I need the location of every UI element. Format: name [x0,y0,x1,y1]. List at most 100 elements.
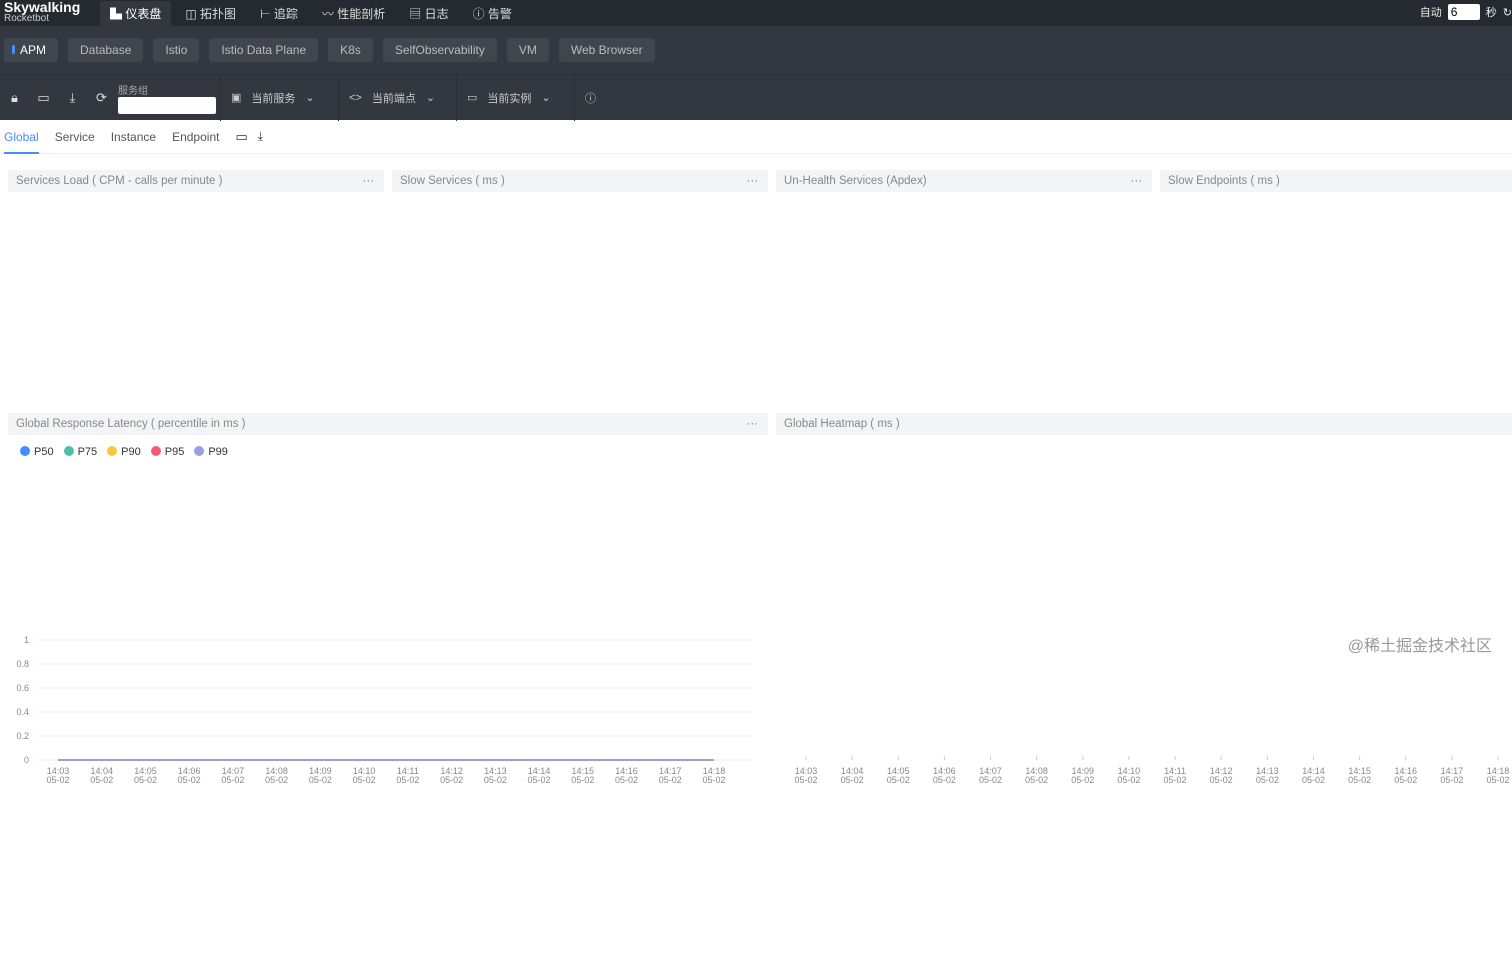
x-tick-label: 05-02 [46,775,69,785]
y-tick-label: 0.2 [16,731,29,741]
service-select[interactable]: ▣ 当前服务 ⌄ [220,74,338,121]
log-icon: ▤ [409,6,425,21]
nav-item-4[interactable]: ▤ 日志 [399,1,458,26]
top-nav: Skywalking Rocketbot ▙ 仪表盘 ◫ 拓扑图 ⊢ 追踪〰 性能剖析… [0,0,1512,26]
heatmap-x-tick-label: 05-02 [1348,775,1371,785]
tab-endpoint[interactable]: Endpoint [172,120,219,154]
lock-icon[interactable]: 🔒︎ [0,90,29,106]
heatmap-x-tick-label: 05-02 [841,775,864,785]
refresh-icon[interactable]: ⟳ [87,90,116,106]
more-icon[interactable]: ··· [1131,170,1143,192]
x-tick-label: 05-02 [440,775,463,785]
dashboard-icon: ▙ [110,6,126,21]
refresh-icon[interactable]: ↻ [1503,6,1512,19]
panel-slow-services: Slow Services ( ms ) ··· [392,170,768,192]
heatmap-x-tick-label: 05-02 [1256,775,1279,785]
heatmap-x-tick-label: 05-02 [1302,775,1325,785]
logo: Skywalking Rocketbot [4,0,81,24]
x-tick-label: 05-02 [265,775,288,785]
heatmap-x-tick-label: 05-02 [1117,775,1140,785]
tab-global[interactable]: Global [4,120,39,154]
y-tick-label: 1 [24,635,29,645]
tab-instance[interactable]: Instance [111,120,156,154]
charts-svg: 00.20.40.60.8114:0305-0214:0405-0214:050… [16,635,1509,785]
layer-tab-istio[interactable]: Istio [153,38,200,62]
y-tick-label: 0.4 [16,707,29,717]
heatmap-x-tick-label: 05-02 [887,775,910,785]
layer-tab-k8s[interactable]: K8s [328,38,373,62]
layer-tab-web-browser[interactable]: Web Browser [558,38,655,62]
topology-icon: ◫ [185,6,201,21]
heatmap-x-tick-label: 05-02 [1164,775,1187,785]
x-tick-label: 05-02 [528,775,551,785]
heatmap-x-tick-label: 05-02 [933,775,956,785]
x-tick-label: 05-02 [134,775,157,785]
x-tick-label: 05-02 [178,775,201,785]
x-tick-label: 05-02 [571,775,594,785]
nav-item-2[interactable]: ⊢ 追踪 [250,1,308,26]
heatmap-x-tick-label: 05-02 [1210,775,1233,785]
download-icon[interactable]: ⤓ [258,129,263,144]
chevron-down-icon: ⌄ [541,92,551,104]
panel-slow-endpoints: Slow Endpoints ( ms ) [1160,170,1512,192]
layer-tab-selfobservability[interactable]: SelfObservability [382,38,497,62]
heatmap-x-tick-label: 05-02 [1440,775,1463,785]
laptop-icon: ▭ [467,92,478,104]
profile-icon: 〰 [321,6,338,21]
nav-label: 拓扑图 [200,6,237,21]
toolbar: 🔒︎ ▭ ⤓ ⟳ 服务组 ▣ 当前服务 ⌄ <> 当前端点 ⌄ ▭ 当前实例 ⌄ ⓘ [0,74,1512,121]
nav-item-3[interactable]: 〰 性能剖析 [312,1,395,26]
nav-label: 日志 [424,6,449,21]
download-icon[interactable]: ⤓ [58,90,87,106]
layer-tab-database[interactable]: Database [68,38,144,62]
seconds-label: 秒 [1485,7,1497,19]
x-tick-label: 05-02 [309,775,332,785]
x-tick-label: 05-02 [659,775,682,785]
nav-item-0[interactable]: ▙ 仪表盘 [100,0,172,26]
alarm-icon: ⓘ [472,6,488,21]
info-icon: ⓘ [585,92,596,105]
service-group-input[interactable] [118,96,216,114]
panel-heatmap: Global Heatmap ( ms ) [776,413,1512,435]
heatmap-x-tick-label: 05-02 [1025,775,1048,785]
service-group-label: 服务组 [118,85,148,97]
panel-services-load: Services Load ( CPM - calls per minute )… [8,170,384,192]
x-tick-label: 05-02 [702,775,725,785]
more-icon[interactable]: ··· [363,170,375,192]
chevron-down-icon: ⌄ [425,92,436,104]
folder-icon[interactable]: ▭ [29,90,58,106]
more-icon[interactable]: ··· [747,413,759,435]
tab-service[interactable]: Service [55,120,95,154]
layer-tab-apm[interactable]: APM [4,38,59,62]
x-tick-label: 05-02 [221,775,244,785]
folder-icon[interactable]: ▭ [235,129,247,145]
info-button[interactable]: ⓘ [574,74,606,121]
chevron-down-icon: ⌄ [305,92,315,104]
nav-label: 告警 [487,6,512,21]
y-tick-label: 0 [24,755,29,765]
layer-tabs: APM Database Istio Istio Data Plane K8s SelfO… [0,26,1512,74]
heatmap-x-tick-label: 05-02 [794,775,817,785]
y-tick-label: 0.6 [16,683,29,693]
nav-item-5[interactable]: ⓘ 告警 [463,1,522,26]
y-tick-label: 0.8 [16,659,29,669]
layer-tab-istio-data-plane[interactable]: Istio Data Plane [209,38,319,62]
instance-select[interactable]: ▭ 当前实例 ⌄ [456,74,574,121]
x-tick-label: 05-02 [90,775,113,785]
interval-input[interactable] [1447,4,1480,20]
dashboard-tabs: Global Service Instance Endpoint ▭ ⤓ [0,120,1512,154]
service-icon: ▣ [231,92,242,104]
x-tick-label: 05-02 [615,775,638,785]
more-icon[interactable]: ··· [747,170,759,192]
x-tick-label: 05-02 [353,775,376,785]
auto-label: 自动 [1419,7,1442,19]
endpoint-select[interactable]: <> 当前端点 ⌄ [338,74,456,121]
code-icon: <> [349,91,362,104]
panel-unhealth-services: Un-Health Services (Apdex) ··· [776,170,1152,192]
heatmap-x-tick-label: 05-02 [1486,775,1509,785]
nav-label: 仪表盘 [125,6,162,21]
dashboard-content: Services Load ( CPM - calls per minute )… [0,154,1512,785]
nav-label: 性能剖析 [337,6,386,21]
nav-item-1[interactable]: ◫ 拓扑图 [175,1,246,26]
layer-tab-vm[interactable]: VM [506,38,549,62]
